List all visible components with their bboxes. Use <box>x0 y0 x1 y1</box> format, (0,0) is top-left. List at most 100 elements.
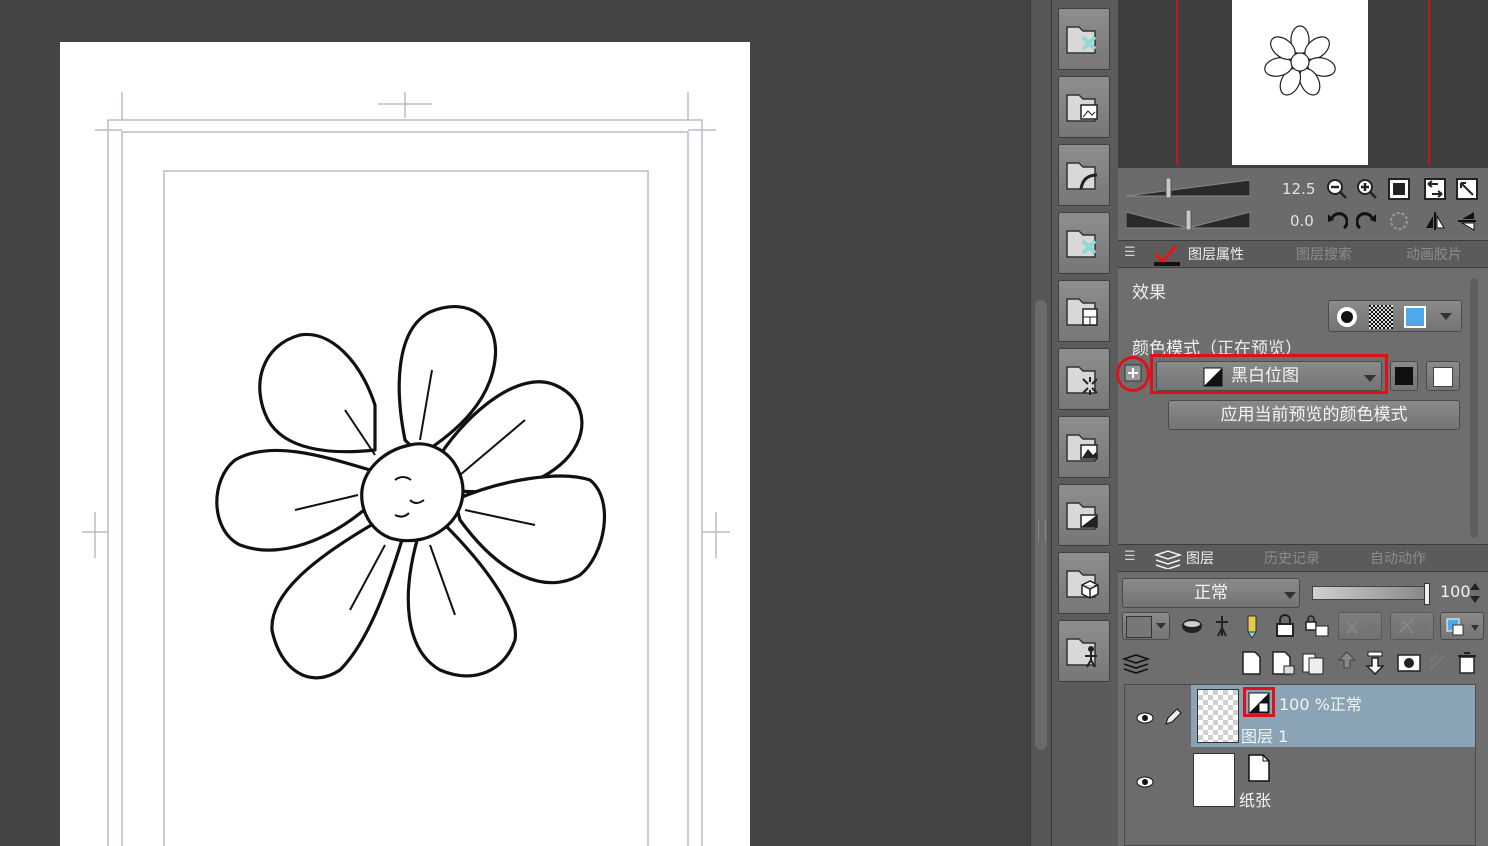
layer-row-paper[interactable]: 纸张 <box>1125 749 1475 811</box>
opacity-slider[interactable] <box>1312 583 1430 605</box>
reset-rotation-icon[interactable] <box>1388 210 1410 232</box>
edit-target-pen-icon[interactable] <box>1163 707 1183 727</box>
flip-horizontal-icon[interactable] <box>1424 210 1446 232</box>
layer-list: 100 %正常 图层 1 纸张 <box>1124 684 1476 846</box>
zoom-out-icon[interactable] <box>1326 178 1348 200</box>
tab-auto-actions[interactable]: 自动动作 <box>1370 547 1426 571</box>
opacity-stepper-icon[interactable] <box>1468 580 1482 606</box>
canvas-area[interactable] <box>0 0 1030 846</box>
layer-property-tab-icon <box>1154 245 1180 266</box>
layer-color-swatch-icon <box>1126 616 1152 638</box>
zoom-in-icon[interactable] <box>1356 178 1378 200</box>
layer-color-effect-icon[interactable] <box>1403 305 1431 329</box>
ruler-enable-button[interactable] <box>1390 612 1434 640</box>
white-swatch-icon <box>1433 367 1453 387</box>
rotation-slider[interactable] <box>1126 210 1250 230</box>
reference-layer-icon[interactable] <box>1212 614 1232 638</box>
line-color-black-button[interactable] <box>1390 361 1418 391</box>
tab-layer-search[interactable]: 图层搜索 <box>1296 243 1352 267</box>
black-swatch-icon <box>1395 367 1413 385</box>
tool-button-8[interactable] <box>1058 484 1110 546</box>
zoom-slider[interactable] <box>1126 178 1250 198</box>
apply-color-mode-button[interactable]: 应用当前预览的颜色模式 <box>1168 400 1460 430</box>
blend-mode-value: 正常 <box>1194 583 1228 603</box>
folder-picture-tool-icon <box>1066 434 1098 462</box>
flower-drawing <box>215 305 606 680</box>
layer-property-panel: 效果 颜色模式（正在预览） 黑白位图 应用当前预览的颜色模式 <box>1116 268 1488 540</box>
new-raster-layer-icon[interactable] <box>1240 650 1262 676</box>
folder-curve-tool-icon <box>1066 162 1098 190</box>
fit-to-navigator-icon[interactable] <box>1424 178 1446 200</box>
tool-button-10[interactable] <box>1058 620 1110 682</box>
transfer-to-lower-layer-icon[interactable] <box>1336 650 1358 676</box>
line-color-white-button[interactable] <box>1426 361 1460 391</box>
create-mask-icon[interactable] <box>1396 652 1422 674</box>
lock-transparent-pixels-icon[interactable] <box>1304 614 1330 638</box>
layer-row-selected[interactable]: 100 %正常 图层 1 <box>1125 685 1475 747</box>
sub-tool-column <box>1052 0 1118 846</box>
combine-to-lower-layer-icon[interactable] <box>1364 650 1386 676</box>
layer-opacity-mode: 100 %正常 <box>1279 695 1362 714</box>
chevron-down-icon <box>1156 623 1166 629</box>
folder-gradient-tool-icon <box>1066 502 1098 530</box>
folder-3d-tool-icon <box>1066 570 1099 599</box>
fit-actual-size-icon[interactable] <box>1388 178 1410 200</box>
new-layer-folder-icon[interactable] <box>1300 650 1328 676</box>
rotate-right-icon[interactable] <box>1356 210 1378 232</box>
monochrome-layer-icon <box>1248 692 1270 714</box>
tool-button-6[interactable] <box>1058 348 1110 410</box>
layer-color-button[interactable] <box>1122 612 1170 640</box>
navigator-view-right-edge <box>1428 0 1430 165</box>
mask-icon <box>1346 620 1377 634</box>
layer-panel: 正常 100 100 %正常 图层 1 纸张 <box>1118 572 1488 846</box>
layer-visibility-eye-icon[interactable] <box>1135 711 1155 725</box>
canvas-paper[interactable] <box>60 42 750 846</box>
lock-layer-icon[interactable] <box>1274 614 1296 638</box>
apply-mask-icon[interactable] <box>1426 650 1448 676</box>
effect-dropdown-arrow-icon[interactable] <box>1439 311 1453 321</box>
tool-button-9[interactable] <box>1058 552 1110 614</box>
border-effect-icon[interactable] <box>1335 305 1359 329</box>
layer-panel-menu-icon[interactable]: ☰ <box>1124 549 1136 564</box>
folder-image-tool-icon <box>1066 94 1098 122</box>
navigator-panel[interactable] <box>1118 0 1488 168</box>
tool-button-2[interactable] <box>1058 76 1110 138</box>
tool-button-5[interactable] <box>1058 280 1110 342</box>
rotate-left-icon[interactable] <box>1326 210 1348 232</box>
flip-vertical-icon[interactable] <box>1456 210 1478 232</box>
panel-menu-icon[interactable]: ☰ <box>1124 245 1136 260</box>
tab-history[interactable]: 历史记录 <box>1264 547 1320 571</box>
new-vector-layer-icon[interactable] <box>1270 650 1296 676</box>
layer-thumbnail <box>1197 689 1239 743</box>
paper-layer-name: 纸张 <box>1239 791 1272 810</box>
tool-button-4[interactable] <box>1058 212 1110 274</box>
palette-color-icon <box>1446 618 1479 636</box>
splitter-grip[interactable] <box>1038 520 1046 540</box>
tab-animation-cels[interactable]: 动画胶片 <box>1406 243 1462 267</box>
panel-splitter[interactable] <box>1030 0 1052 846</box>
blend-mode-select[interactable]: 正常 <box>1122 578 1300 608</box>
clip-layer-icon[interactable] <box>1180 616 1204 636</box>
tool-button-7[interactable] <box>1058 416 1110 478</box>
layer-property-scrollbar[interactable] <box>1470 278 1478 538</box>
layer-visibility-eye-icon[interactable] <box>1135 775 1155 789</box>
effect-label: 效果 <box>1132 283 1166 303</box>
navigator-flower-thumbnail <box>1264 25 1336 96</box>
folder-frame-tool-icon <box>1066 298 1098 326</box>
mask-enable-button[interactable] <box>1338 612 1382 640</box>
draft-layer-icon[interactable] <box>1244 614 1260 640</box>
navigator-thumbnail[interactable] <box>1232 0 1368 165</box>
opacity-slider-handle[interactable] <box>1424 583 1430 605</box>
ruler-icon <box>1398 618 1429 634</box>
tab-layer[interactable]: 图层 <box>1186 547 1214 571</box>
layer-palette-color-button[interactable] <box>1440 612 1484 640</box>
tool-button-3[interactable] <box>1058 144 1110 206</box>
tone-effect-icon[interactable] <box>1369 305 1393 329</box>
folder-plus-tool-icon <box>1066 26 1097 54</box>
delete-layer-icon[interactable] <box>1456 650 1478 676</box>
effect-buttons <box>1328 300 1462 332</box>
tool-button-1[interactable] <box>1058 8 1110 70</box>
color-mode-indicator-highlight <box>1243 687 1275 717</box>
fit-to-window-icon[interactable] <box>1456 178 1478 200</box>
tab-layer-property[interactable]: 图层属性 <box>1188 243 1244 267</box>
